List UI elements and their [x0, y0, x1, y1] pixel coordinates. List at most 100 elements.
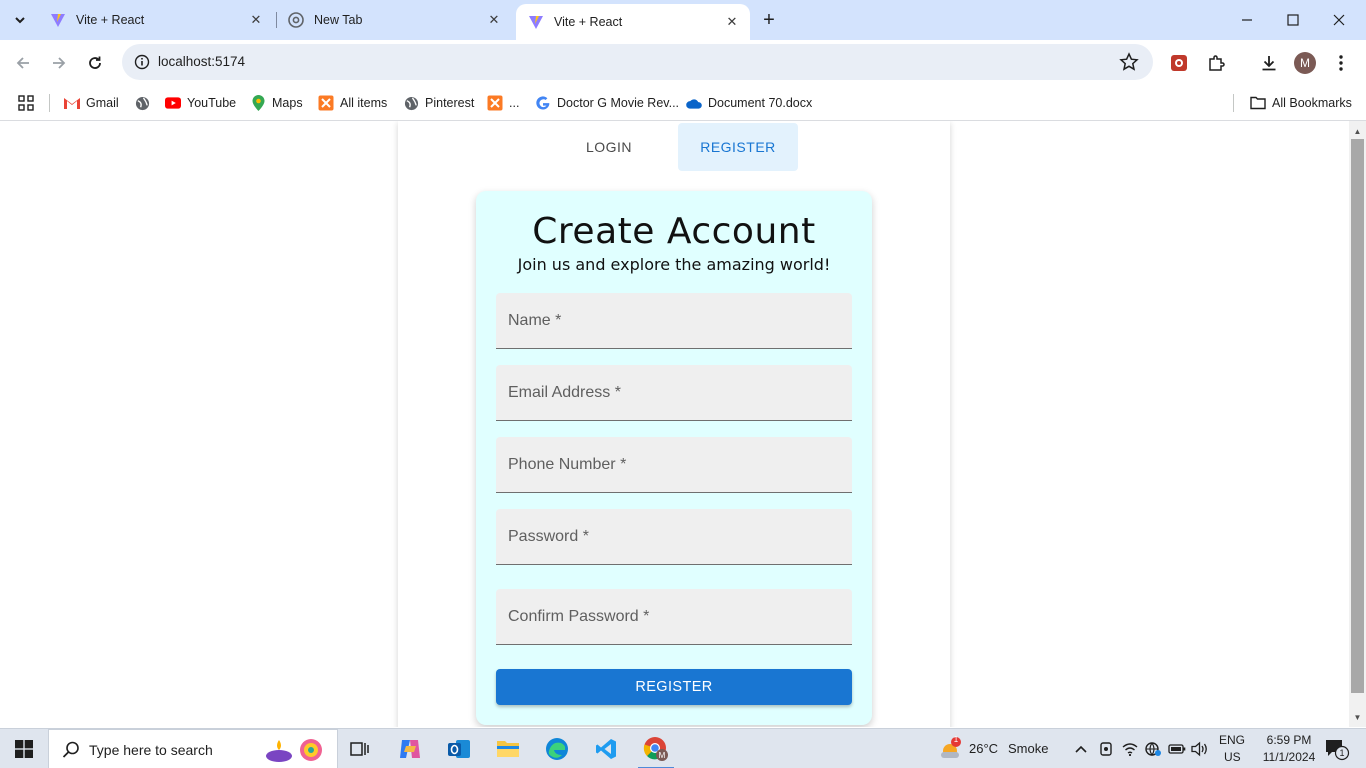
close-icon[interactable]: ✕ [724, 14, 740, 30]
browser-tab-1[interactable]: Vite + React ✕ [38, 0, 274, 40]
search-placeholder: Type here to search [89, 742, 213, 758]
outlook-icon [448, 740, 470, 758]
bookmark-xampp[interactable]: ... [487, 92, 519, 114]
phone-field [496, 437, 852, 493]
onedrive-icon [686, 95, 702, 111]
notification-center-icon[interactable]: 1 [1324, 737, 1350, 761]
search-icon [62, 741, 79, 758]
forward-button[interactable] [44, 48, 74, 78]
page-title: Create Account [532, 211, 816, 252]
edge-icon [546, 738, 568, 760]
taskbar-copilot[interactable] [386, 729, 434, 768]
bookmark-doctor-g[interactable]: Doctor G Movie Rev... [535, 92, 679, 114]
start-button[interactable] [0, 729, 48, 768]
diwali-search-highlight-icon [266, 739, 322, 762]
globe-icon [403, 95, 419, 111]
bookmarks-bar: Gmail YouTube Maps All items Pinterest .… [0, 85, 1366, 121]
downloads-icon[interactable] [1256, 50, 1282, 76]
extensions-puzzle-icon[interactable] [1203, 50, 1229, 76]
taskbar-vscode[interactable] [582, 729, 630, 768]
extension-pinned-icon[interactable] [1166, 50, 1192, 76]
minimize-button[interactable] [1224, 0, 1270, 40]
taskbar-chrome[interactable]: M [632, 729, 680, 768]
site-info-icon[interactable] [130, 50, 154, 74]
address-bar[interactable]: localhost:5174 [122, 44, 1153, 80]
reload-button[interactable] [80, 48, 110, 78]
wifi-icon[interactable] [1121, 739, 1139, 759]
arrow-left-icon [16, 57, 29, 69]
tab-register[interactable]: REGISTER [678, 123, 798, 171]
bookmark-youtube[interactable]: YouTube [165, 92, 236, 114]
browser-tab-3-active[interactable]: Vite + React ✕ [516, 4, 750, 40]
gmail-icon [64, 95, 80, 111]
battery-icon[interactable] [1168, 739, 1186, 759]
tab-search-button[interactable] [6, 6, 34, 34]
bookmark-label: All Bookmarks [1272, 96, 1352, 110]
profile-avatar[interactable]: M [1294, 52, 1316, 74]
weather-temp[interactable]: 26°C [969, 741, 998, 756]
page-scrollbar[interactable]: ▲ ▼ [1349, 121, 1366, 727]
bookmark-maps[interactable]: Maps [250, 92, 303, 114]
confirm-password-field [496, 589, 852, 645]
bookmark-document[interactable]: Document 70.docx [686, 92, 812, 114]
taskbar-edge[interactable] [533, 729, 581, 768]
email-input[interactable] [496, 365, 852, 420]
plus-icon: + [763, 8, 775, 31]
bookmark-gmail[interactable]: Gmail [64, 92, 119, 114]
clock-time[interactable]: 6:59 PM [1260, 733, 1318, 747]
windows-taskbar: Type here to search M 1 26°C Smoke ENG U… [0, 728, 1366, 768]
apps-grid-button[interactable] [18, 92, 34, 114]
globe-icon [134, 95, 150, 111]
register-button[interactable]: REGISTER [496, 669, 852, 705]
language-code[interactable]: ENG [1219, 733, 1245, 747]
meet-now-icon[interactable] [1097, 739, 1115, 759]
scroll-down-icon[interactable]: ▼ [1349, 709, 1366, 725]
google-icon [535, 95, 551, 111]
clock-date[interactable]: 11/1/2024 [1255, 750, 1323, 764]
name-input[interactable] [496, 293, 852, 348]
email-field [496, 365, 852, 421]
back-button[interactable] [8, 48, 38, 78]
chrome-icon [288, 12, 304, 28]
password-input[interactable] [496, 509, 852, 564]
tab-login[interactable]: LOGIN [578, 123, 640, 171]
page-subtitle: Join us and explore the amazing world! [517, 255, 831, 274]
maximize-icon [1287, 14, 1299, 26]
confirm-password-input[interactable] [496, 589, 852, 644]
new-tab-button[interactable]: + [755, 6, 783, 34]
browser-tab-2[interactable]: New Tab ✕ [276, 0, 512, 40]
weather-icon[interactable]: 1 [938, 735, 962, 761]
close-icon[interactable]: ✕ [248, 12, 264, 28]
bookmark-label: YouTube [187, 96, 237, 110]
bookmark-pinterest[interactable]: Pinterest [403, 92, 474, 114]
network-icon[interactable] [1144, 739, 1162, 759]
volume-icon[interactable] [1191, 739, 1209, 759]
close-icon[interactable]: ✕ [486, 12, 502, 28]
chevron-up-icon[interactable] [1072, 739, 1090, 759]
taskbar-file-explorer[interactable] [484, 729, 532, 768]
taskbar-search[interactable]: Type here to search [48, 729, 338, 768]
bookmark-star-icon[interactable] [1119, 52, 1139, 72]
scroll-up-icon[interactable]: ▲ [1349, 123, 1366, 139]
language-region[interactable]: US [1224, 750, 1241, 764]
taskbar-outlook[interactable] [435, 729, 483, 768]
close-window-button[interactable] [1316, 0, 1362, 40]
scroll-thumb[interactable] [1351, 139, 1364, 693]
close-icon [1333, 14, 1345, 26]
weather-condition[interactable]: Smoke [1008, 741, 1048, 756]
url-text[interactable]: localhost:5174 [158, 54, 245, 69]
arrow-right-icon [53, 57, 66, 69]
youtube-icon [165, 95, 181, 111]
kebab-menu-icon[interactable] [1328, 50, 1354, 76]
maximize-button[interactable] [1270, 0, 1316, 40]
browser-toolbar: localhost:5174 M [0, 40, 1366, 85]
bookmark-all-items[interactable]: All items [318, 92, 387, 114]
browser-tab-strip: Vite + React ✕ New Tab ✕ Vite + React ✕ … [0, 0, 1366, 40]
svg-text:M: M [659, 751, 666, 760]
bookmark-globe[interactable] [134, 92, 156, 114]
all-bookmarks-button[interactable]: All Bookmarks [1250, 92, 1352, 114]
phone-input[interactable] [496, 437, 852, 492]
tab-title: Vite + React [76, 13, 145, 27]
task-view-button[interactable] [336, 729, 384, 768]
vite-icon [51, 14, 65, 27]
